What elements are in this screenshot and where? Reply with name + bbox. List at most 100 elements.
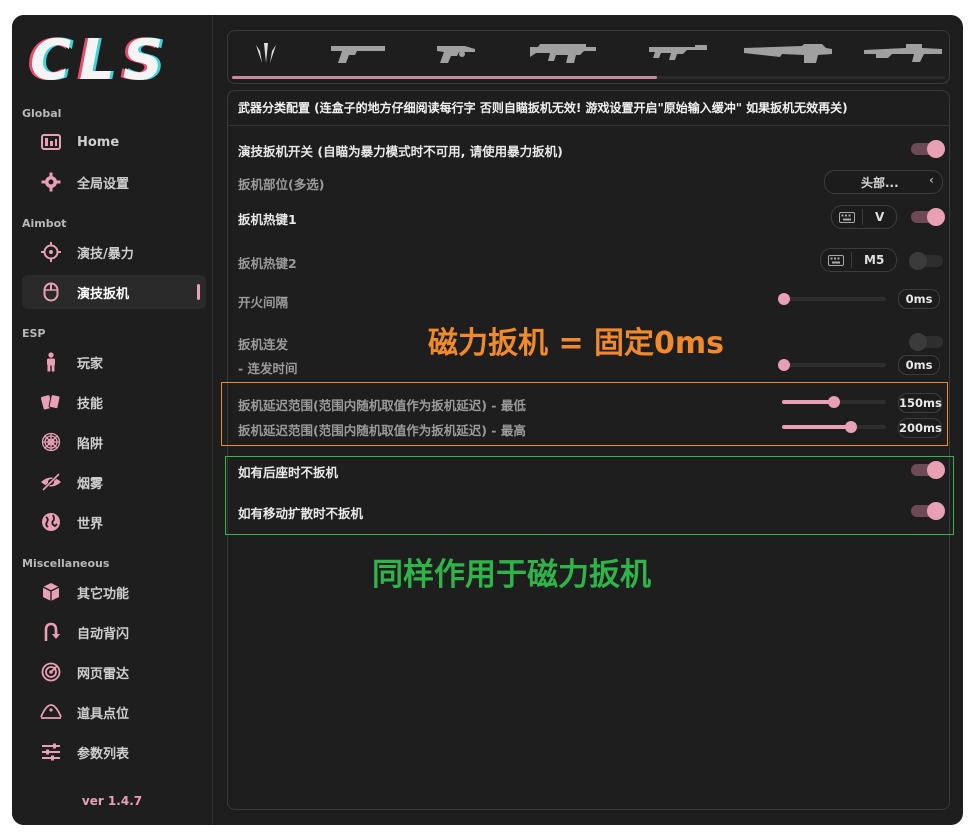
sidebar-item-label: 陷阱 [77,436,104,452]
sidebar-item-legit-trigger[interactable]: 演技扳机 [22,275,206,309]
sidebar-item-skills[interactable]: 技能 [22,385,206,419]
chevron-left-icon: ‹ [929,173,934,187]
sidebar-item-label: 演技/暴力 [77,246,134,262]
fire-interval-value: 0ms [898,289,940,309]
sidebar-item-smoke[interactable]: 烟雾 [22,465,206,499]
trigger-bone-label: 扳机部位(多选) [238,177,325,192]
sidebar: CLS Global Home 全局设置 Aimbot 演技/暴力 演技扳机 E… [12,15,213,825]
claw-icon [253,41,279,69]
toggle-knob [909,252,927,270]
tab-shotgun[interactable] [738,37,838,73]
cube-icon [40,581,62,603]
app-logo: CLS [30,28,172,93]
keyboard-icon [832,211,862,223]
tab-sniper[interactable] [860,37,945,73]
toggle-knob [927,208,945,226]
hotkey1-button[interactable]: V [831,205,898,229]
sidebar-item-label: 道具点位 [77,706,130,722]
burst-time-slider[interactable] [778,359,886,371]
sidebar-item-label: 演技扳机 [77,286,130,302]
sidebar-item-world[interactable]: 世界 [22,505,206,539]
sidebar-item-utility-spots[interactable]: 道具点位 [22,695,206,729]
burst-toggle[interactable] [909,333,943,351]
sidebar-item-param-list[interactable]: 参数列表 [22,735,206,769]
tab-pistol[interactable] [323,37,393,73]
keyboard-icon [821,254,851,266]
divider [228,125,949,126]
sidebar-item-legit-rage[interactable]: 演技/暴力 [22,235,206,269]
mouse-icon [40,281,62,303]
sidebar-item-global-settings[interactable]: 全局设置 [22,165,206,199]
eye-off-icon [40,471,62,493]
sidebar-item-label: 其它功能 [77,586,130,602]
rifle-icon [647,42,709,68]
burst-time-value: 0ms [898,355,940,375]
slider-thumb[interactable] [778,359,790,371]
revolver-icon [435,42,477,68]
active-indicator [197,284,200,300]
hotkey2-toggle[interactable] [909,252,943,270]
sidebar-item-traps[interactable]: 陷阱 [22,425,206,459]
trigger-switch-toggle[interactable] [911,140,945,158]
burst-label: 扳机连发 [238,337,289,352]
settings-panel: 武器分类配置 (连盒子的地方仔细阅读每行字 否则自瞄扳机无效! 游戏设置开启"原… [227,90,950,810]
version-label: ver 1.4.7 [81,794,143,808]
panel-header: 武器分类配置 (连盒子的地方仔细阅读每行字 否则自瞄扳机无效! 游戏设置开启"原… [238,101,848,115]
section-title-global: Global [22,107,62,120]
crosshair-icon [40,241,62,263]
gear-icon [40,171,62,193]
radar-icon [40,661,62,683]
tab-revolver[interactable] [426,37,486,73]
hotkey2-label: 扳机热键2 [238,256,297,271]
sidebar-item-player[interactable]: 玩家 [22,345,206,379]
person-icon [40,351,62,373]
shotgun-icon [742,41,834,69]
annotation-green-box [225,456,954,535]
sidebar-item-home[interactable]: Home [22,125,206,159]
fire-interval-slider[interactable] [778,293,886,305]
trigger-bone-value: 头部... [861,176,899,190]
sidebar-item-other-features[interactable]: 其它功能 [22,575,206,609]
toggle-knob [909,333,927,351]
sidebar-item-label: 网页雷达 [77,666,130,682]
tab-smg[interactable] [523,37,603,73]
hotkey2-button[interactable]: M5 [820,248,898,272]
sniper-icon [862,42,944,68]
section-title-esp: ESP [22,327,46,340]
sidebar-item-auto-flash[interactable]: 自动背闪 [22,615,206,649]
sidebar-item-label: 全局设置 [77,176,130,192]
globe-icon [40,511,62,533]
sidebar-item-label: Home [77,134,120,150]
sidebar-item-label: 技能 [77,396,104,412]
tab-rifle[interactable] [638,37,718,73]
fire-interval-label: 开火间隔 [238,295,289,310]
sidebar-item-label: 玩家 [77,356,104,372]
spider-web-icon [40,431,62,453]
tab-claw[interactable] [246,37,286,73]
trigger-bone-select[interactable]: 头部... ‹ [824,170,943,194]
section-title-misc: Miscellaneous [22,557,110,570]
trigger-switch-label: 演技扳机开关 (自瞄为暴力模式时不可用, 请使用暴力扳机) [238,144,563,159]
hotkey2-key: M5 [864,253,885,267]
annotation-orange-text: 磁力扳机 = 固定0ms [428,326,725,361]
section-title-aimbot: Aimbot [22,217,67,230]
cards-icon [40,391,62,413]
dashboard-icon [40,131,62,153]
sidebar-item-label: 参数列表 [77,746,130,762]
sidebar-item-web-radar[interactable]: 网页雷达 [22,655,206,689]
weapon-tab-bar [227,30,950,84]
hotkey1-toggle[interactable] [911,208,945,226]
slider-thumb[interactable] [778,293,790,305]
hotkey1-key: V [875,210,885,224]
u-turn-icon [40,621,62,643]
sliders-icon [40,741,62,763]
smg-icon [528,41,598,69]
toggle-knob [927,140,945,158]
annotation-green-text: 同样作用于磁力扳机 [372,557,651,593]
sidebar-item-label: 自动背闪 [77,626,130,642]
sidebar-item-label: 世界 [77,516,104,532]
hotkey1-label: 扳机热键1 [238,212,297,227]
sidebar-item-label: 烟雾 [77,476,104,492]
annotation-orange-box [221,382,948,446]
map-pin-icon [40,701,62,723]
